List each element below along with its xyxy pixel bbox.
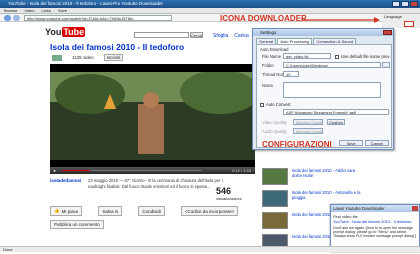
logo-tube: Tube — [62, 26, 86, 37]
notes-field[interactable] — [283, 82, 381, 98]
dialog-close-button[interactable] — [383, 30, 392, 35]
like-label: Mi piace — [61, 208, 79, 214]
related-title[interactable]: Isola dei famosi 2010 - Antonella e la p… — [292, 190, 362, 200]
list-item[interactable]: Isola dei famosi 2010 - Addio cara dolce… — [262, 168, 382, 188]
video-thumbnail[interactable] — [262, 212, 288, 229]
window-title: YouTube - Isola dei famosi 2010 - Il ted… — [8, 1, 164, 6]
use-default-checkbox[interactable]: Use default file name prev — [335, 54, 390, 59]
language-label[interactable]: Language — [384, 14, 402, 19]
logo-you: You — [45, 26, 62, 37]
notes-label: Notes — [262, 83, 273, 88]
audio-quality-select[interactable]: Medium Quality — [293, 128, 323, 134]
close-window-button[interactable] — [410, 1, 418, 7]
menu-tab[interactable]: Video — [24, 8, 34, 13]
window-title-bar: YouTube - Isola dei famosi 2010 - Il ted… — [0, 0, 420, 8]
search-button[interactable]: Cerca — [190, 32, 203, 38]
progress-fill — [62, 170, 90, 171]
action-buttons: 👍 Mi piace Salva in Condividi <Codice da … — [50, 206, 239, 216]
thread-num-label: Thread Num — [262, 72, 286, 77]
video-frame — [50, 64, 255, 167]
notification-link[interactable]: YouTube - Isola dei famosi 2010 - Il ted… — [333, 219, 417, 224]
address-input[interactable]: http://www.youtube.com/watch?gl=IT&hl=it… — [24, 15, 172, 21]
video-title: Isola dei famosi 2010 - Il tedoforo — [50, 42, 185, 52]
file-name-field[interactable]: get_video.flv — [283, 53, 331, 59]
downloader-icon[interactable] — [404, 21, 414, 27]
configuration-annotation: CONFIGURAZIONI — [262, 140, 332, 149]
custom-button[interactable]: Custom — [327, 119, 345, 125]
forward-arrow-icon[interactable] — [13, 15, 20, 21]
folder-field[interactable]: C:\Users\User\Desktop\ — [283, 62, 381, 68]
settings-dialog: Settings General Auto Processing Connect… — [252, 28, 394, 150]
cancel-button[interactable]: Cancel — [365, 140, 389, 146]
folder-label: Folder — [262, 63, 274, 68]
browse-link[interactable]: Sfoglia — [213, 33, 228, 39]
channel-avatar[interactable] — [52, 54, 62, 61]
menu-tab[interactable]: Save — [58, 8, 67, 13]
views-count: 546 — [216, 186, 232, 196]
save-to-button[interactable]: Salva in — [98, 206, 123, 216]
embed-button[interactable]: <Codice da incorporare> — [180, 206, 239, 216]
save-button[interactable]: Save — [339, 140, 363, 146]
group-title: Auto Download — [260, 47, 289, 52]
annotation-arrow-icon — [302, 17, 380, 23]
side-panel: Language — [382, 14, 420, 28]
post-comment-button[interactable]: Pubblica un commento — [50, 220, 104, 229]
video-quality-select[interactable]: Medium Quality — [293, 119, 323, 125]
youtube-logo[interactable]: You Tube — [45, 26, 86, 37]
video-count: 1125 video — [72, 55, 94, 60]
like-button[interactable]: 👍 Mi piace — [50, 206, 83, 216]
audio-quality-label: Audio Quality — [262, 129, 287, 134]
video-description: 23 maggio 2010 — 67° Giorno - E la cerim… — [88, 178, 223, 189]
dialog-title: Settings — [253, 29, 393, 36]
video-thumbnail[interactable] — [262, 190, 288, 207]
views-label: visualizzazioni — [216, 196, 242, 201]
menu-tab[interactable]: Browse — [4, 8, 17, 13]
status-text: Done — [3, 247, 13, 252]
use-default-label: Use default file name prev — [341, 54, 390, 59]
video-player[interactable] — [50, 64, 255, 167]
upload-link[interactable]: Carica — [234, 33, 248, 39]
back-arrow-icon[interactable] — [4, 15, 11, 21]
browse-folder-button[interactable]: … — [382, 62, 390, 68]
search-input[interactable] — [134, 32, 189, 38]
top-links: Sfoglia Carica — [213, 33, 249, 39]
notification-title: Lawsi Youtube Downloader — [331, 205, 419, 212]
file-name-label: File Name — [262, 54, 282, 59]
auto-processing-panel: Auto Download File Name get_video.flv Us… — [256, 44, 392, 148]
play-icon[interactable]: ► — [53, 168, 57, 173]
notification-popup: Lawsi Youtube Downloader Find video file… — [330, 204, 420, 252]
maximize-button[interactable] — [401, 1, 409, 7]
menu-tab[interactable]: Links — [42, 8, 51, 13]
window-controls — [392, 1, 418, 7]
checkbox-icon — [335, 54, 339, 59]
minimize-button[interactable] — [392, 1, 400, 7]
notification-hint[interactable]: Don't ask me again. [How to re-open the … — [333, 226, 417, 239]
channel-meta: 1125 video Iscriviti — [52, 54, 124, 61]
subscribe-button[interactable]: Iscriviti — [103, 54, 124, 61]
share-button[interactable]: Condividi — [138, 206, 165, 216]
thread-num-field[interactable]: 10 — [283, 71, 299, 77]
auto-convert-checkbox[interactable]: Auto Convert — [260, 102, 290, 107]
format-select[interactable]: ASF Advanced Streaming Format(*.asf) — [283, 109, 389, 115]
thumb-up-icon: 👍 — [54, 208, 60, 213]
status-bar: Done — [0, 246, 420, 252]
related-title[interactable]: Isola dei famosi 2010 - Addio cara dolce… — [292, 168, 362, 178]
video-thumbnail[interactable] — [262, 168, 288, 185]
player-time: 0:12 / 1:33 — [232, 168, 251, 173]
notification-body: Find video file YouTube - Isola dei famo… — [333, 214, 417, 239]
notification-close-button[interactable] — [412, 206, 418, 211]
video-quality-label: Video Quality — [262, 120, 287, 125]
downloader-icon-annotation: ICONA DOWNLOADER — [220, 14, 307, 23]
checkbox-icon — [260, 102, 264, 107]
auto-convert-label: Auto Convert — [266, 102, 291, 107]
